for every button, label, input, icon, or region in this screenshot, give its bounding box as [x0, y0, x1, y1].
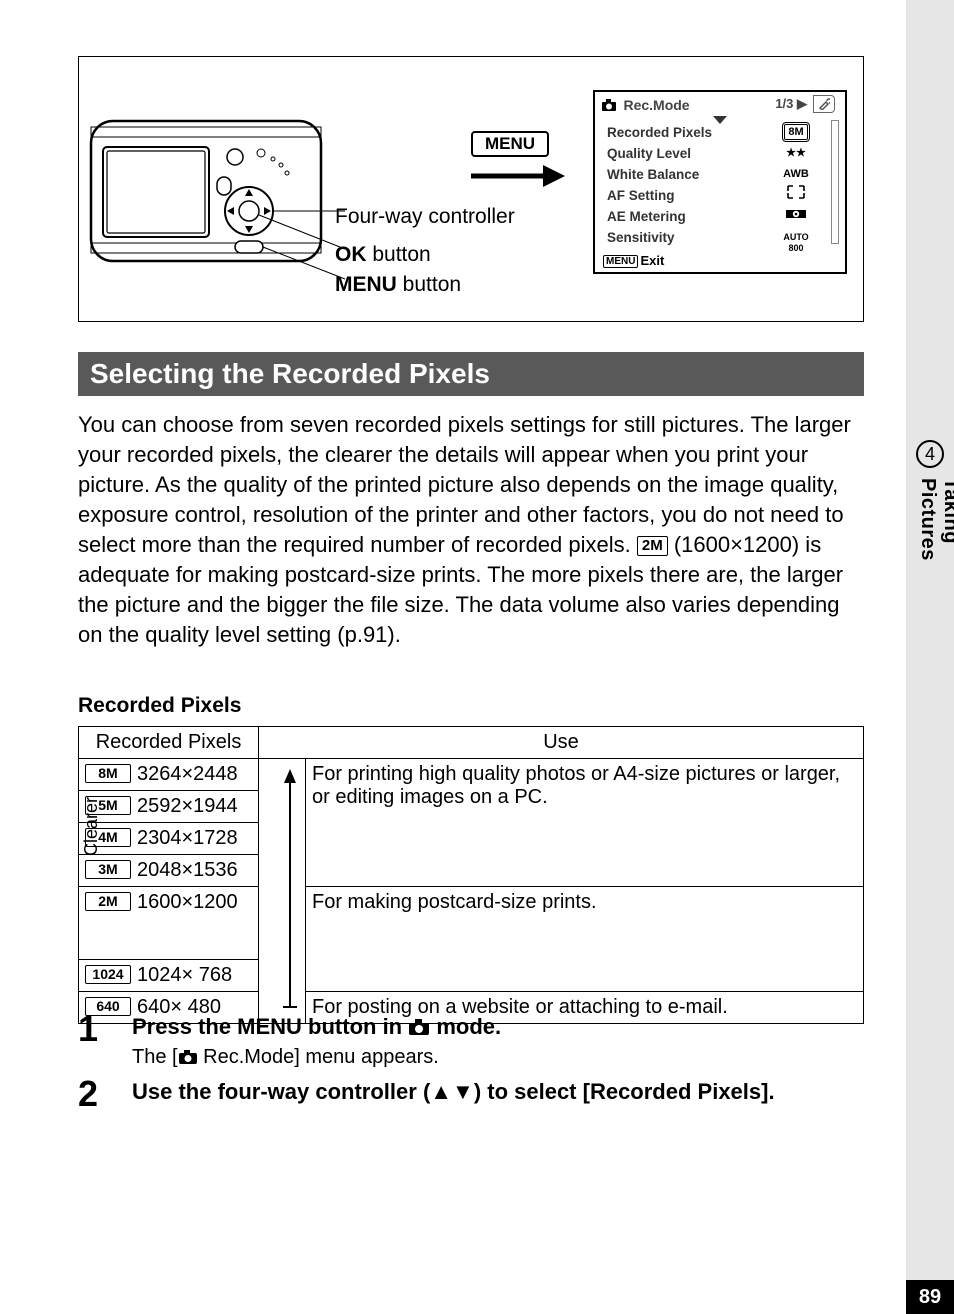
menu-button-label-box: MENU [471, 131, 549, 157]
tool-tab-icon [813, 95, 835, 113]
lcd-title: Rec.Mode [623, 97, 689, 113]
camera-illustration [89, 81, 349, 281]
lcd-menu-values: 8M ★★ AWB AUTO 800 [775, 122, 817, 254]
use-mid: For making postcard-size prints. [306, 887, 864, 992]
table-row: 3M2048×1536 [79, 855, 259, 887]
lcd-header: Rec.Mode 1/3 ▶ [601, 96, 839, 118]
menu-bold: MENU [335, 273, 397, 296]
th-recorded-pixels: Recorded Pixels [79, 727, 259, 759]
callout-menu-button: MENU button [335, 273, 461, 297]
ok-label: OK [335, 243, 367, 266]
table-row: 10241024× 768 [79, 960, 259, 992]
chapter-label: Taking Pictures [916, 478, 954, 561]
camera-icon [601, 98, 617, 112]
section-heading: Selecting the Recorded Pixels [78, 352, 864, 396]
table-subheading: Recorded Pixels [78, 694, 241, 718]
lcd-menu-screen: Rec.Mode 1/3 ▶ Recorded Pixels Quality L… [593, 90, 847, 274]
exit-label: Exit [640, 253, 664, 268]
clearer-arrow-cell: Clearer [259, 759, 306, 1024]
callout-four-way: Four-way controller [335, 205, 515, 229]
step-title: Use the four-way controller (▲▼) to sele… [132, 1077, 864, 1107]
step-2: 2 Use the four-way controller (▲▼) to se… [78, 1077, 864, 1111]
table-row: 8M3264×2448 [79, 759, 259, 791]
value-wb: AWB [775, 164, 817, 185]
table-row: 5M2592×1944 [79, 791, 259, 823]
step-number: 2 [78, 1077, 132, 1111]
body-paragraph: You can choose from seven recorded pixel… [78, 410, 864, 650]
inline-px-label: 2M [637, 536, 668, 556]
table-row: 4M2304×1728 [79, 823, 259, 855]
step-desc: The [ Rec.Mode] menu appears. [132, 1046, 864, 1069]
value-ae-icon [775, 207, 817, 229]
menu-box-icon: MENU [603, 255, 638, 268]
value-recorded-pixels: 8M [784, 124, 807, 140]
th-use: Use [259, 727, 864, 759]
step-1: 1 Press the MENU button in mode. The [ R… [78, 1012, 864, 1069]
value-af-icon [775, 185, 817, 207]
chapter-number: 4 [916, 440, 944, 468]
value-sensitivity: AUTO 800 [775, 229, 817, 254]
clearer-label: Clearer [81, 797, 102, 856]
clearer-arrow-icon [265, 763, 299, 1013]
menu-rest: button [397, 273, 461, 296]
figure-box: MENU Four-way controller OK button MENU … [78, 56, 864, 322]
use-top: For printing high quality photos or A4-s… [306, 759, 864, 887]
camera-mode-icon [178, 1049, 198, 1065]
arrow-icon [467, 161, 567, 191]
callout-ok-button: OK button [335, 243, 431, 267]
value-quality: ★★ [775, 143, 817, 164]
step-title: Press the MENU button in mode. [132, 1012, 864, 1042]
lcd-page-indicator: 1/3 ▶ [775, 96, 807, 112]
step-number: 1 [78, 1012, 132, 1069]
lcd-footer: MENUExit [603, 253, 664, 268]
side-strip [906, 0, 954, 1314]
recorded-pixels-table: Recorded Pixels Use 8M3264×2448 Clearer … [78, 726, 864, 1024]
camera-mode-icon [408, 1018, 430, 1036]
manual-page: 4 Taking Pictures 89 [0, 0, 954, 1314]
page-number: 89 [906, 1280, 954, 1314]
steps-list: 1 Press the MENU button in mode. The [ R… [78, 1012, 864, 1119]
scrollbar [831, 120, 839, 244]
table-row: 2M1600×1200 [79, 887, 259, 960]
ok-rest: button [367, 243, 431, 266]
